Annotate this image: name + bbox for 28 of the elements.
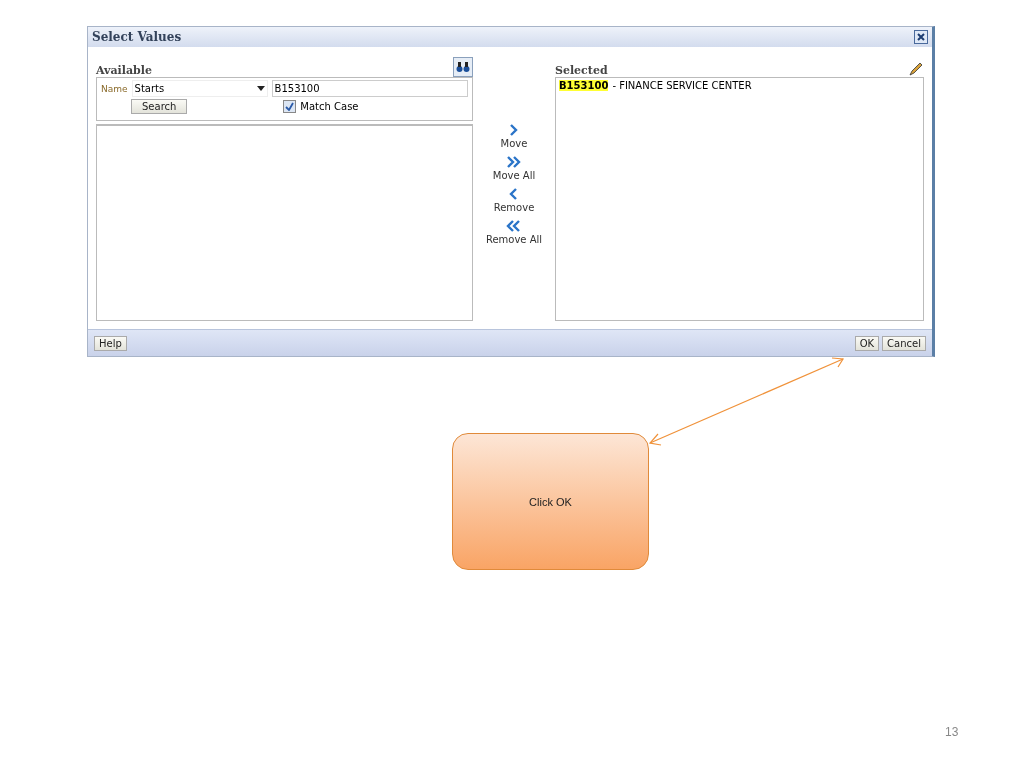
dialog-title: Select Values [92, 30, 182, 44]
close-button[interactable] [914, 30, 928, 44]
move-button[interactable]: Move All [492, 155, 536, 181]
chevron-right-icon [506, 155, 522, 169]
ok-button[interactable]: OK [854, 335, 880, 351]
search-button[interactable]: Search [131, 99, 188, 114]
help-button[interactable]: Help [94, 335, 127, 351]
chevron-left-icon [506, 219, 522, 233]
page-number: 13 [945, 725, 959, 739]
remove-button[interactable]: Remove All [485, 219, 543, 245]
callout-text: Click OK [529, 495, 572, 508]
available-heading: Available [96, 64, 152, 77]
item-description[interactable]: - FINANCE SERVICE CENTER [612, 80, 752, 91]
binoculars-button[interactable] [453, 57, 473, 77]
item-code[interactable]: B153100 [559, 80, 609, 91]
move-button[interactable]: Move [500, 123, 528, 149]
caret-icon [256, 86, 265, 91]
close-icon [917, 33, 925, 41]
match-case-label: Match Case [300, 101, 359, 112]
cancel-button[interactable]: Cancel [882, 335, 926, 351]
search-field[interactable]: B153100 [271, 80, 468, 97]
operator-dropdown[interactable]: Starts [131, 80, 268, 97]
remove-button[interactable]: Remove [493, 187, 535, 213]
pencil-icon[interactable] [908, 61, 924, 77]
selected-heading: Selected [555, 64, 608, 77]
name-label: Name [101, 83, 128, 94]
binoculars-icon [456, 61, 470, 73]
match-case-checkbox[interactable] [283, 100, 297, 113]
